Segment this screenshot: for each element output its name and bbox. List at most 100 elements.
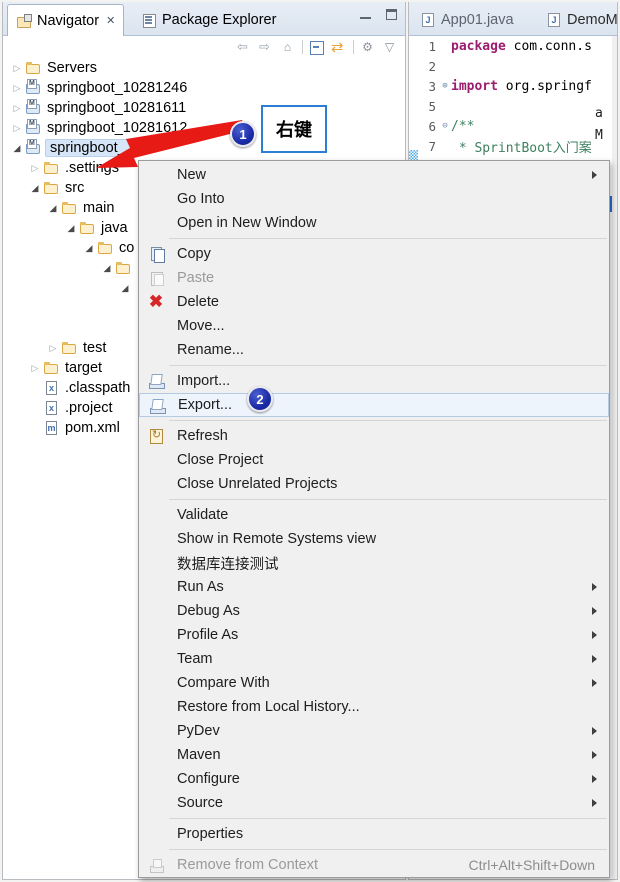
menu-item-label: Import... bbox=[177, 373, 231, 389]
twisty-expanded-icon[interactable]: ◢ bbox=[117, 278, 133, 298]
twisty-collapsed-icon[interactable]: ▷ bbox=[9, 98, 25, 118]
tree-item-springboot_10281611[interactable]: ▷ springboot_10281611 bbox=[3, 98, 405, 118]
submenu-arrow-icon bbox=[592, 583, 597, 591]
tree-item-springboot_10281612[interactable]: ▷ springboot_10281612 bbox=[3, 118, 405, 138]
collapse-all-icon[interactable] bbox=[306, 38, 328, 56]
twisty-expanded-icon[interactable]: ◢ bbox=[81, 238, 97, 258]
menu-item-label: Configure bbox=[177, 771, 240, 787]
menu-separator bbox=[169, 499, 607, 500]
twisty-collapsed-icon[interactable]: ▷ bbox=[27, 358, 43, 378]
minimize-icon[interactable] bbox=[359, 8, 373, 22]
menu-item-profile-as[interactable]: Profile As bbox=[139, 623, 609, 647]
submenu-arrow-icon bbox=[592, 775, 597, 783]
line-number: 5 bbox=[428, 98, 436, 114]
back-icon[interactable]: ⇦ bbox=[233, 38, 255, 56]
menu-item-run-as[interactable]: Run As bbox=[139, 575, 609, 599]
menu-item-copy[interactable]: Copy bbox=[139, 242, 609, 266]
menu-item-show-in-remote-systems-view[interactable]: Show in Remote Systems view bbox=[139, 527, 609, 551]
menu-item-validate[interactable]: Validate bbox=[139, 503, 609, 527]
twisty-collapsed-icon[interactable]: ▷ bbox=[9, 118, 25, 138]
link-with-editor-icon[interactable] bbox=[328, 38, 350, 56]
twisty-expanded-icon[interactable]: ◢ bbox=[9, 138, 25, 158]
tab-package-explorer[interactable]: Package Explorer bbox=[133, 4, 284, 36]
paste-icon bbox=[148, 270, 164, 286]
twisty-expanded-icon[interactable]: ◢ bbox=[27, 178, 43, 198]
submenu-arrow-icon bbox=[592, 799, 597, 807]
menu-item-close-project[interactable]: Close Project bbox=[139, 448, 609, 472]
menu-item-refresh[interactable]: Refresh bbox=[139, 424, 609, 448]
view-menu-icon[interactable]: ▽ bbox=[379, 38, 401, 56]
refresh-icon bbox=[148, 427, 164, 444]
forward-icon[interactable]: ⇨ bbox=[255, 38, 277, 56]
folder-icon bbox=[61, 200, 79, 216]
code-line: 1 package com.conn.s bbox=[409, 36, 617, 56]
menu-item-open-in-new-window[interactable]: Open in New Window bbox=[139, 211, 609, 235]
xml-icon bbox=[43, 380, 61, 396]
home-icon[interactable]: ⌂ bbox=[277, 38, 299, 56]
menu-item-label: Profile As bbox=[177, 627, 239, 643]
project-icon bbox=[25, 139, 43, 156]
maximize-icon[interactable] bbox=[385, 8, 399, 22]
fold-toggle-icon[interactable]: ⊕ bbox=[439, 76, 451, 96]
menu-item-debug-as[interactable]: Debug As bbox=[139, 599, 609, 623]
menu-item-team[interactable]: Team bbox=[139, 647, 609, 671]
menu-item-new[interactable]: New bbox=[139, 163, 609, 187]
twisty-collapsed-icon[interactable]: ▷ bbox=[9, 58, 25, 78]
menu-item-rename[interactable]: Rename... bbox=[139, 338, 609, 362]
view-toolbar: ⇦ ⇨ ⌂ ⚙ ▽ bbox=[3, 36, 405, 58]
menu-item-go-into[interactable]: Go Into bbox=[139, 187, 609, 211]
menu-item-close-unrelated-projects[interactable]: Close Unrelated Projects bbox=[139, 472, 609, 496]
tree-item-springboot_[interactable]: ◢ springboot_ bbox=[3, 138, 405, 158]
menu-item-pydev[interactable]: PyDev bbox=[139, 719, 609, 743]
tab-navigator[interactable]: Navigator ✕ bbox=[7, 4, 125, 37]
pom-icon bbox=[43, 420, 61, 436]
menu-item-label: Move... bbox=[177, 318, 225, 334]
menu-item-export[interactable]: Export... bbox=[139, 393, 609, 417]
folder-icon bbox=[115, 260, 133, 276]
submenu-arrow-icon bbox=[592, 607, 597, 615]
fold-toggle-icon[interactable]: ⊖ bbox=[439, 116, 451, 136]
filters-icon[interactable]: ⚙ bbox=[357, 38, 379, 56]
folder-icon bbox=[97, 240, 115, 256]
menu-separator bbox=[169, 420, 607, 421]
menu-item-import[interactable]: Import... bbox=[139, 369, 609, 393]
tab-app01-java[interactable]: App01.java bbox=[413, 5, 521, 35]
submenu-arrow-icon bbox=[592, 727, 597, 735]
twisty-expanded-icon[interactable]: ◢ bbox=[45, 198, 61, 218]
editor-vertical-scrollbar[interactable] bbox=[612, 36, 617, 879]
twisty-collapsed-icon[interactable]: ▷ bbox=[27, 158, 43, 178]
code-fragment: M bbox=[595, 128, 603, 143]
twisty-collapsed-icon[interactable]: ▷ bbox=[45, 338, 61, 358]
twisty-expanded-icon[interactable]: ◢ bbox=[99, 258, 115, 278]
menu-item-label: Paste bbox=[177, 270, 215, 286]
menu-item-remove-from-context: Remove from Context Ctrl+Alt+Shift+Down bbox=[139, 853, 609, 877]
context-menu[interactable]: New Go Into Open in New Window Copy Paste ✖ De… bbox=[138, 160, 610, 878]
twisty-expanded-icon[interactable]: ◢ bbox=[63, 218, 79, 238]
menu-item-configure[interactable]: Configure bbox=[139, 767, 609, 791]
menu-item-restore-from-local-history[interactable]: Restore from Local History... bbox=[139, 695, 609, 719]
menu-item-delete[interactable]: ✖ Delete bbox=[139, 290, 609, 314]
menu-separator bbox=[169, 238, 607, 239]
tab-package-explorer-label: Package Explorer bbox=[162, 12, 277, 28]
menu-item-source[interactable]: Source bbox=[139, 791, 609, 815]
package-explorer-icon bbox=[141, 12, 157, 28]
menu-item-数据库连接测试[interactable]: 数据库连接测试 bbox=[139, 551, 609, 575]
tree-item-label: target bbox=[65, 360, 103, 376]
folder-icon bbox=[79, 220, 97, 236]
eclipse-workbench: Navigator ✕ Package Explorer ⇦ ⇨ ⌂ ⚙ ▽ ▷… bbox=[0, 0, 620, 882]
menu-item-properties[interactable]: Properties bbox=[139, 822, 609, 846]
code-line: 6 ⊖/** bbox=[409, 116, 617, 136]
twisty-collapsed-icon[interactable]: ▷ bbox=[9, 78, 25, 98]
tab-demo-main[interactable]: DemoM bbox=[539, 5, 617, 35]
menu-item-maven[interactable]: Maven bbox=[139, 743, 609, 767]
menu-item-label: Maven bbox=[177, 747, 221, 763]
menu-item-move[interactable]: Move... bbox=[139, 314, 609, 338]
menu-item-label: Close Project bbox=[177, 452, 264, 468]
tree-item-label: test bbox=[83, 340, 107, 356]
close-icon[interactable]: ✕ bbox=[106, 14, 115, 27]
tree-item-servers[interactable]: ▷ Servers bbox=[3, 58, 405, 78]
menu-item-compare-with[interactable]: Compare With bbox=[139, 671, 609, 695]
menu-item-paste: Paste bbox=[139, 266, 609, 290]
menu-item-label: Debug As bbox=[177, 603, 240, 619]
tree-item-springboot_10281246[interactable]: ▷ springboot_10281246 bbox=[3, 78, 405, 98]
